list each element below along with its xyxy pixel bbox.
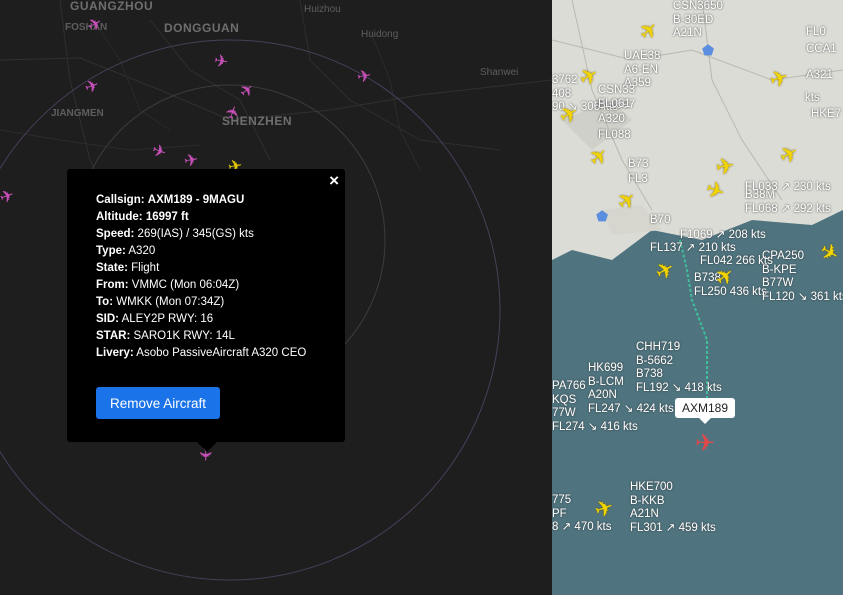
flight-label[interactable]: FL068 ↗ 292 kts [745, 203, 831, 217]
aircraft-icon[interactable]: ✈ [182, 150, 199, 171]
detail-from: From: VMMC (Mon 06:04Z) [96, 279, 240, 291]
flight-label[interactable]: FL033 ↗ 230 kts [745, 181, 831, 195]
aircraft-icon[interactable]: ✈ [714, 153, 736, 181]
flight-label[interactable]: CSN3650 B-30ED A21N [673, 0, 723, 41]
map-label-dongguan: DONGGUAN [164, 21, 240, 35]
detail-type: Type: A320 [96, 245, 156, 257]
detail-state: State: Flight [96, 262, 160, 274]
map-label-shanwei: Shanwei [480, 67, 519, 78]
flight-label[interactable]: FL088 [598, 129, 631, 143]
flight-label[interactable]: FL137 ↗ 210 kts [650, 242, 736, 256]
flight-label[interactable]: FL0 [806, 26, 826, 40]
airport-pin-icon[interactable]: ⬟ [596, 208, 608, 225]
flight-label[interactable]: CCA1 [806, 43, 837, 57]
map-label-guangzhou: GUANGZHOU [70, 0, 154, 13]
close-icon[interactable]: × [329, 171, 339, 191]
detail-livery: Livery: Asobo PassiveAircraft A320 CEO [96, 347, 307, 359]
aircraft-details: Callsign: AXM189 - 9MAGU Altitude: 16997… [96, 192, 306, 362]
detail-star: STAR: SARO1K RWY: 14L [96, 330, 235, 342]
map-label-huizhou: Huizhou [304, 4, 341, 15]
flight-label[interactable]: B70 [650, 214, 670, 228]
detail-to: To: WMKK (Mon 07:34Z) [96, 296, 225, 308]
flight-label[interactable]: HKE700 B-KKB A21N FL301 ↗ 459 kts [630, 481, 716, 535]
remove-aircraft-button[interactable]: Remove Aircraft [96, 387, 220, 419]
map-label-huidong: Huidong [361, 29, 399, 40]
flight-label[interactable]: A321 [806, 69, 833, 83]
flight-label[interactable]: PA766 KQS 77W FL274 ↘ 416 kts [552, 380, 638, 434]
detail-speed: Speed: 269(IAS) / 345(GS) kts [96, 228, 254, 240]
airport-pin-icon[interactable]: ⬟ [702, 42, 714, 59]
map-label-jiangmen: JIANGMEN [51, 108, 104, 119]
flight-label[interactable]: B73 [628, 158, 648, 172]
detail-callsign: Callsign: AXM189 - 9MAGU [96, 194, 245, 206]
flight-label[interactable]: HKE7 [811, 108, 841, 122]
aircraft-info-popup: × Callsign: AXM189 - 9MAGU Altitude: 169… [67, 169, 345, 452]
flight-label[interactable]: F1069 ↗ 208 kts [680, 229, 766, 243]
selected-aircraft-callout[interactable]: AXM189 [675, 398, 736, 424]
flight-label[interactable]: FL3 [628, 173, 648, 187]
detail-sid: SID: ALEY2P RWY: 16 [96, 313, 214, 325]
flight-label[interactable]: kts [805, 92, 820, 106]
aircraft-icon[interactable]: ✈ [355, 66, 372, 87]
detail-altitude: Altitude: 16997 ft [96, 211, 189, 223]
selected-aircraft-icon[interactable]: ✈ [695, 432, 715, 456]
flight-label[interactable]: CSN33 FL061 [598, 84, 635, 111]
aircraft-icon[interactable]: ✈ [212, 51, 229, 72]
